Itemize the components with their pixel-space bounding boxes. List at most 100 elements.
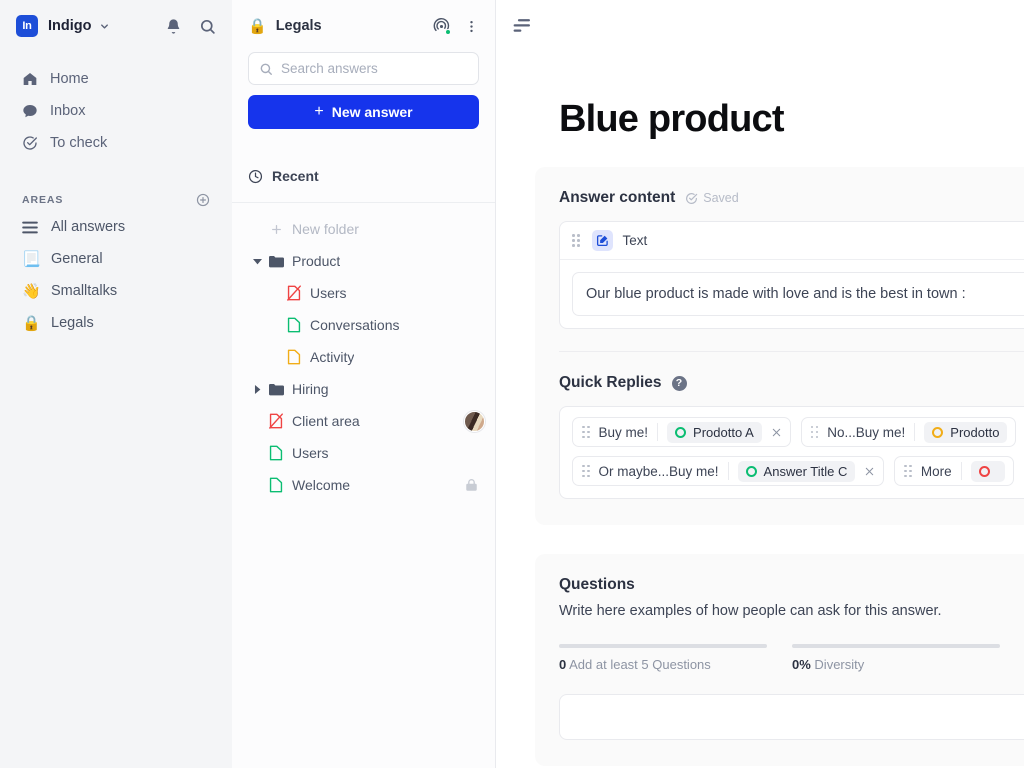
sidebar-item-label: Home — [50, 71, 89, 87]
workspace-header: In Indigo — [16, 0, 216, 52]
quick-reply-chip[interactable]: Buy me! Prodotto A — [572, 417, 791, 447]
quick-reply-chip[interactable]: No...Buy me! Prodotto — [801, 417, 1017, 447]
check-circle-icon — [685, 192, 698, 205]
question-input[interactable] — [559, 694, 1024, 740]
tree-item-label: Conversations — [310, 317, 400, 333]
status-ring-icon — [746, 466, 757, 477]
answer-content-header: Answer content Saved — [559, 189, 1024, 207]
sidebar-item-legals[interactable]: 🔒 Legals — [16, 307, 216, 339]
tree-folder-hiring[interactable]: Hiring — [248, 373, 479, 405]
workspace-name: Indigo — [48, 18, 92, 34]
tree-folder-product[interactable]: Product — [248, 245, 479, 277]
meter-value: 0 — [559, 657, 566, 672]
chevron-down-icon[interactable] — [99, 21, 110, 32]
caret-right-icon[interactable] — [248, 385, 266, 394]
online-status-dot — [445, 29, 451, 35]
section-title: Answer content — [559, 189, 675, 207]
new-folder-button[interactable]: New folder — [248, 213, 479, 245]
more-vertical-icon[interactable] — [464, 19, 479, 34]
sidebar-item-label: General — [51, 251, 103, 267]
quick-reply-target[interactable]: Prodotto — [924, 422, 1007, 443]
left-sidebar: In Indigo Home — [0, 0, 232, 768]
list-icon — [22, 221, 44, 234]
caret-down-icon[interactable] — [248, 257, 266, 266]
questions-description: Write here examples of how people can as… — [559, 603, 1024, 619]
edit-square-icon — [592, 230, 613, 251]
search-icon — [259, 62, 273, 76]
search-box[interactable] — [248, 52, 479, 85]
status-ring-icon — [979, 466, 990, 477]
divider — [657, 423, 658, 441]
tree-answer-welcome[interactable]: Welcome — [248, 469, 479, 501]
folder-tree: New folder Product Users — [232, 203, 495, 501]
quick-reply-chip[interactable]: More — [894, 456, 1013, 486]
tree-answer-activity[interactable]: Activity — [248, 341, 479, 373]
clock-icon — [248, 169, 263, 184]
sidebar-item-label: Legals — [51, 315, 94, 331]
close-icon[interactable] — [771, 427, 782, 438]
tree-answer-conversations[interactable]: Conversations — [248, 309, 479, 341]
progress-bar — [792, 644, 1000, 648]
tree-item-label: Product — [292, 253, 340, 269]
quick-replies-box: Buy me! Prodotto A No...Buy me! — [559, 406, 1024, 499]
plus-circle-icon[interactable] — [196, 193, 210, 207]
questions-meters: 0 Add at least 5 Questions 0% Diversity — [559, 644, 1024, 672]
doc-amber-icon — [284, 349, 304, 365]
drag-handle-icon[interactable] — [582, 465, 590, 478]
doc-disabled-icon — [266, 413, 286, 429]
areas-title: AREAS — [22, 194, 63, 206]
sidebar-item-to-check[interactable]: To check — [16, 127, 216, 159]
quick-reply-target[interactable]: Prodotto A — [667, 422, 762, 443]
sidebar-item-general[interactable]: 📃 General — [16, 243, 216, 275]
drag-handle-icon[interactable] — [572, 234, 580, 247]
avatar[interactable] — [458, 411, 479, 432]
quick-reply-target[interactable] — [971, 461, 1005, 482]
quick-reply-label: Buy me! — [599, 425, 649, 440]
drag-handle-icon[interactable] — [811, 426, 819, 439]
quick-replies-row: Or maybe...Buy me! Answer Title C More — [572, 456, 1024, 486]
tree-item-label: Welcome — [292, 477, 350, 493]
search-icon[interactable] — [199, 18, 216, 35]
page-emoji-icon: 📃 — [22, 252, 44, 267]
answer-text-input[interactable]: Our blue product is made with love and i… — [572, 272, 1024, 316]
sidebar-item-smalltalks[interactable]: 👋 Smalltalks — [16, 275, 216, 307]
answers-panel: 🔒 Legals — [232, 0, 496, 768]
meter-label: Diversity — [814, 657, 864, 672]
close-icon[interactable] — [864, 466, 875, 477]
answer-card: Answer content Saved Text — [535, 167, 1024, 525]
quick-replies-header: Quick Replies ? — [559, 374, 1024, 392]
quick-reply-label: Or maybe...Buy me! — [599, 464, 719, 479]
inbox-icon — [22, 103, 44, 119]
bell-icon[interactable] — [165, 18, 182, 35]
quick-reply-target-label: Answer Title C — [764, 464, 848, 479]
sidebar-item-home[interactable]: Home — [16, 63, 216, 95]
sidebar-item-all-answers[interactable]: All answers — [16, 211, 216, 243]
drag-handle-icon[interactable] — [582, 426, 590, 439]
section-title: Questions — [559, 576, 635, 594]
section-divider — [559, 351, 1024, 352]
search-container — [232, 52, 495, 85]
tree-answer-users-disabled[interactable]: Users — [248, 277, 479, 309]
meter-value: 0% — [792, 657, 811, 672]
tree-answer-client-area[interactable]: Client area — [248, 405, 479, 437]
section-title: Quick Replies — [559, 374, 662, 392]
recent-label: Recent — [272, 168, 319, 184]
tree-answer-users[interactable]: Users — [248, 437, 479, 469]
quick-reply-chip[interactable]: Or maybe...Buy me! Answer Title C — [572, 456, 884, 486]
quick-reply-target[interactable]: Answer Title C — [738, 461, 856, 482]
page-title: Blue product — [496, 52, 1024, 138]
sidebar-item-label: All answers — [51, 219, 125, 235]
text-block-label: Text — [623, 233, 648, 248]
sidebar-item-inbox[interactable]: Inbox — [16, 95, 216, 127]
collapse-panel-icon[interactable] — [511, 18, 530, 34]
recent-section[interactable]: Recent — [248, 163, 479, 189]
search-input[interactable] — [281, 61, 468, 76]
areas-list: All answers 📃 General 👋 Smalltalks 🔒 Leg… — [16, 211, 216, 339]
home-icon — [22, 71, 44, 87]
main-header — [496, 0, 1024, 52]
help-icon[interactable]: ? — [672, 376, 687, 391]
new-answer-button[interactable]: + New answer — [248, 95, 479, 129]
doc-green-icon — [266, 477, 286, 493]
drag-handle-icon[interactable] — [904, 465, 912, 478]
live-radar-icon[interactable] — [433, 18, 450, 35]
